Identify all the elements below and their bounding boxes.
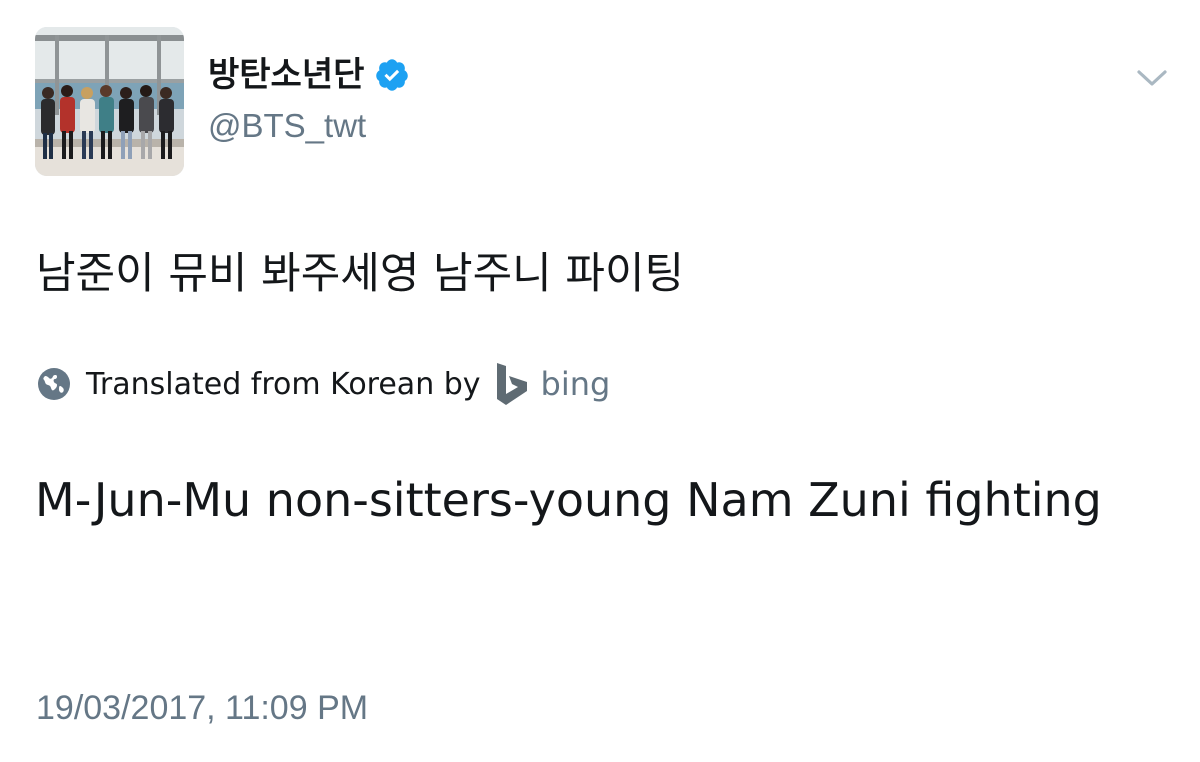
translation-attribution: Translated from Korean by bing: [36, 362, 610, 406]
author-name-row[interactable]: 방탄소년단: [208, 52, 410, 98]
author-handle[interactable]: @BTS_twt: [208, 104, 366, 148]
globe-icon: [36, 366, 72, 402]
bing-logo[interactable]: bing: [495, 361, 611, 407]
translated-text: M-Jun-Mu non-sitters-young Nam Zuni figh…: [35, 473, 1102, 527]
tweet-text: 남준이 뮤비 봐주세영 남주니 파이팅: [36, 249, 685, 299]
chevron-down-icon[interactable]: [1135, 66, 1169, 90]
bing-logo-icon: [495, 361, 531, 407]
translated-from-label: Translated from Korean by: [86, 366, 481, 402]
author-display-name[interactable]: 방탄소년단: [208, 52, 364, 98]
bing-label: bing: [540, 365, 611, 403]
verified-badge-icon: [374, 57, 410, 93]
tweet-timestamp[interactable]: 19/03/2017, 11:09 PM: [36, 686, 368, 730]
author-avatar[interactable]: [35, 27, 184, 176]
tweet-card: 방탄소년단 @BTS_twt 남준이 뮤비 봐주세영 남주니 파이팅 Trans…: [0, 0, 1200, 762]
